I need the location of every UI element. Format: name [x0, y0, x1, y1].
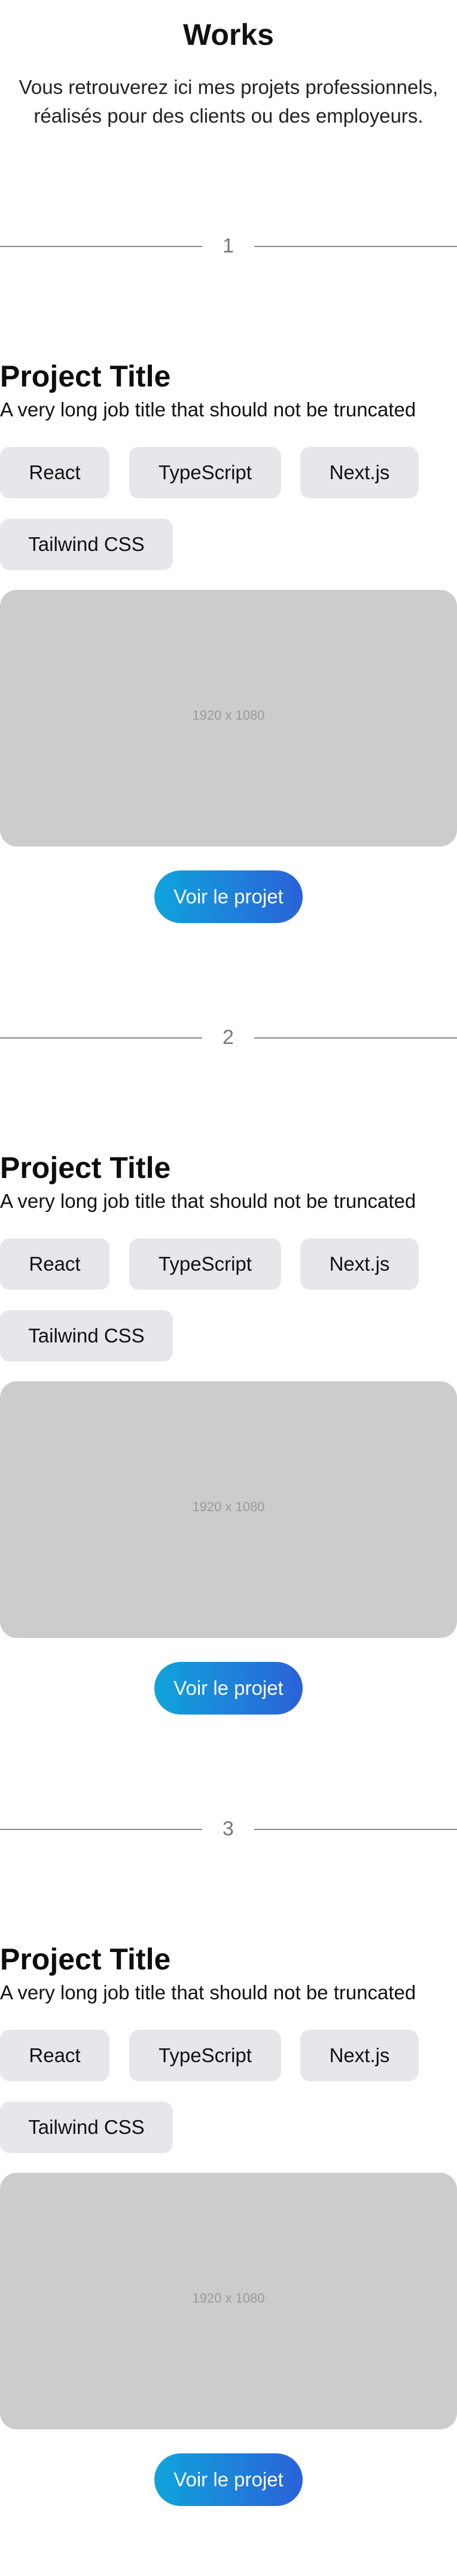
tech-tag: Next.js [300, 447, 419, 498]
project-title: Project Title [0, 1942, 171, 1976]
image-dimensions-caption: 1920 x 1080 [192, 708, 265, 723]
page-title: Works [183, 18, 274, 51]
project-image-placeholder: 1920 x 1080 [0, 2173, 457, 2429]
project-card: 1 Project Title A very long job title th… [0, 215, 457, 993]
view-project-button[interactable]: Voir le projet [154, 870, 303, 923]
project-number: 1 [223, 235, 234, 257]
tech-tag: Tailwind CSS [0, 2102, 173, 2153]
project-card: 3 Project Title A very long job title th… [0, 1798, 457, 2576]
view-project-button[interactable]: Voir le projet [154, 1662, 303, 1715]
divider-line [0, 246, 202, 247]
project-divider: 3 [0, 1798, 457, 1840]
project-title: Project Title [0, 360, 171, 393]
view-project-button[interactable]: Voir le projet [154, 2453, 303, 2506]
divider-line [254, 1829, 457, 1830]
project-title: Project Title [0, 1151, 171, 1185]
project-image-placeholder: 1920 x 1080 [0, 1381, 457, 1638]
tech-tag: TypeScript [129, 1238, 281, 1290]
page-intro: Vous retrouverez ici mes projets profess… [0, 73, 457, 130]
tech-tag: Tailwind CSS [0, 1310, 173, 1362]
tech-tag: Next.js [300, 1238, 419, 1290]
project-subtitle: A very long job title that should not be… [0, 398, 416, 421]
intro-line: Vous retrouverez ici mes projets profess… [19, 76, 438, 98]
project-subtitle: A very long job title that should not be… [0, 1190, 416, 1212]
tech-tag: Tailwind CSS [0, 519, 173, 570]
intro-line: réalisés pour des clients ou des employe… [33, 105, 424, 127]
divider-line [0, 1037, 202, 1039]
works-page: Works Vous retrouverez ici mes projets p… [0, 0, 457, 2527]
project-divider: 1 [0, 215, 457, 257]
tech-tag: TypeScript [129, 2030, 281, 2081]
image-dimensions-caption: 1920 x 1080 [192, 2291, 265, 2306]
divider-line [0, 1829, 202, 1830]
tech-tag: React [0, 1238, 109, 1290]
tech-tag: TypeScript [129, 447, 281, 498]
tech-tag: React [0, 2030, 109, 2081]
project-image-placeholder: 1920 x 1080 [0, 590, 457, 847]
project-divider: 2 [0, 1007, 457, 1049]
divider-line [254, 246, 457, 247]
project-number: 3 [223, 1817, 234, 1840]
divider-line [254, 1037, 457, 1039]
tech-tag: React [0, 447, 109, 498]
tech-tag: Next.js [300, 2030, 419, 2081]
image-dimensions-caption: 1920 x 1080 [192, 1499, 265, 1514]
project-subtitle: A very long job title that should not be… [0, 1981, 416, 2003]
project-number: 2 [223, 1026, 234, 1049]
project-card: 2 Project Title A very long job title th… [0, 1007, 457, 1785]
